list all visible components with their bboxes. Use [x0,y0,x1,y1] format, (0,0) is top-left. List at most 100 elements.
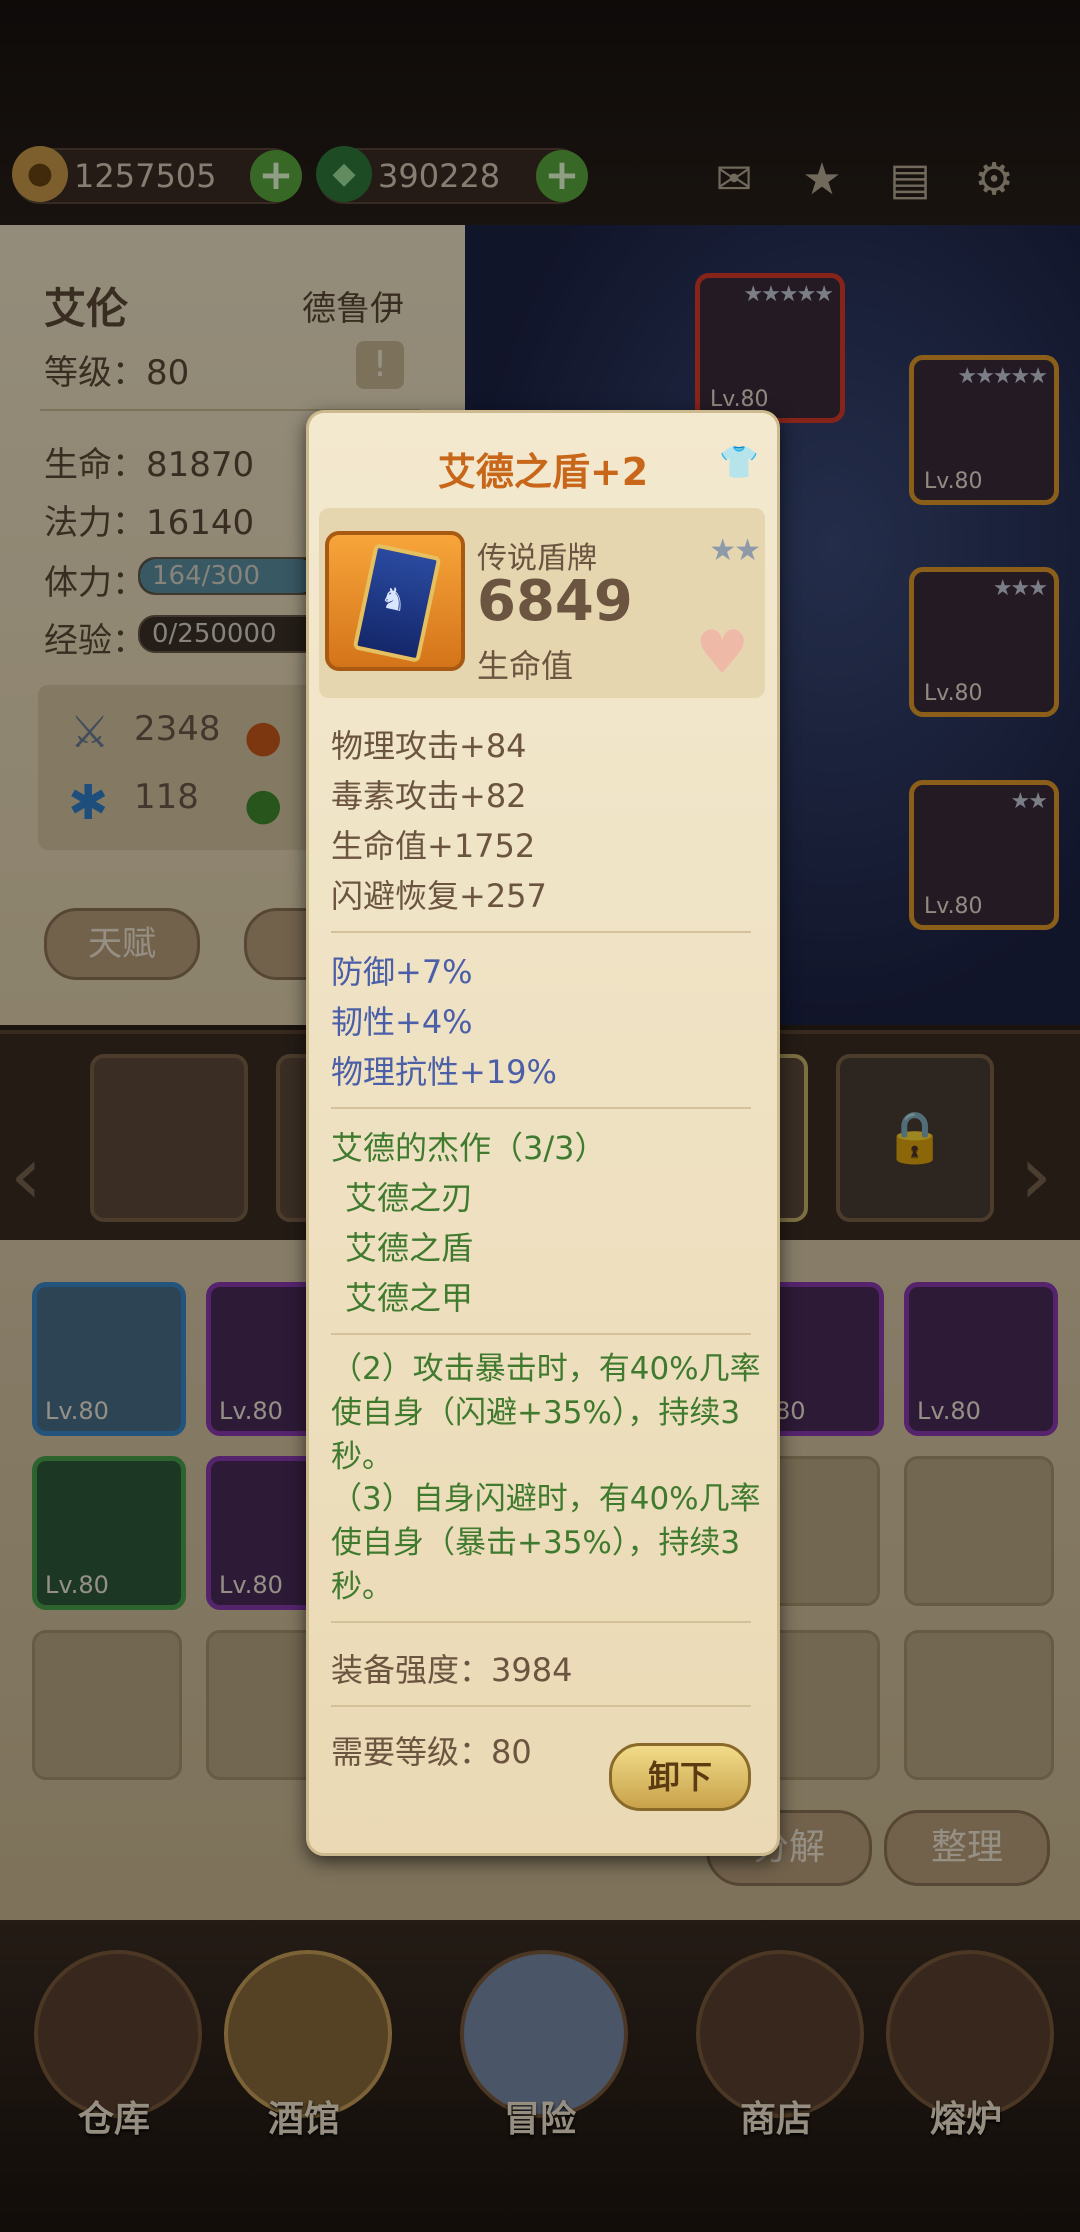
item-stars: ★★ [1010,789,1048,814]
divider [331,931,751,933]
nav-warehouse[interactable]: 仓库 [14,1940,214,2160]
mail-icon[interactable]: ✉ [706,152,762,208]
coin-icon: ● [12,146,68,202]
hero-card-locked[interactable]: 🔒 [836,1054,994,1222]
exp-value: 0/250000 [152,619,277,649]
nav-adventure[interactable]: 冒险 [440,1940,640,2160]
heart-icon: ♥ [695,618,749,688]
gem-counter: ◆ 390228 + [316,146,588,204]
gem-icon: ◆ [316,146,372,202]
nav-label: 酒馆 [267,2099,340,2140]
add-gold-button[interactable]: + [250,150,302,202]
nav-tavern[interactable]: 酒馆 [204,1940,404,2160]
helmet-slot[interactable]: ★★★★★ Lv.80 [695,273,845,423]
inventory-item[interactable]: Lv.80 [32,1456,186,1610]
item-level: Lv.80 [45,1397,109,1425]
chevron-left-icon[interactable]: ‹ [10,1129,42,1222]
talent-tab[interactable]: 天赋 [44,908,200,980]
stamina-label: 体力： [44,563,146,603]
hero-hp: 生命：81870 [44,445,255,485]
item-stars: ★★★★★ [957,364,1048,389]
base-stat: 闪避恢复+257 [331,877,547,915]
top-bar: ● 1257505 + ◆ 390228 + ✉ ★ ▤ ⚙ [0,0,1080,240]
item-stars: ★★ [709,533,761,568]
item-main-label: 生命值 [477,647,574,685]
hero-name: 艾伦 [44,284,129,333]
nav-forge[interactable]: 熔炉 [866,1940,1066,2160]
shield-slot[interactable]: ★★ Lv.80 [909,780,1059,930]
gear-icon[interactable]: ⚙ [966,152,1022,208]
item-icon: ♞ [325,531,465,671]
required-level: 需要等级：80 [331,1733,532,1771]
set-effect-2: （2）攻击暴击时，有40%几率使自身（闪避+35%），持续3秒。 [331,1351,761,1475]
item-level: Lv.80 [219,1397,283,1425]
attack-value: 2348 [134,709,221,749]
base-stat: 毒素攻击+82 [331,777,527,815]
base-stat: 生命值+1752 [331,827,536,865]
empty-slot[interactable] [904,1456,1054,1606]
bottom-nav: 仓库 酒馆 冒险 商店 熔炉 [0,1920,1080,2232]
set-item: 艾德之甲 [345,1279,474,1317]
bonus-stat: 韧性+4% [331,1003,473,1041]
inventory-item[interactable]: Lv.80 [904,1282,1058,1436]
item-level: Lv.80 [45,1571,109,1599]
item-stars: ★★★★★ [743,282,834,307]
set-item: 艾德之刃 [345,1179,474,1217]
bonus-stat: 防御+7% [331,953,473,991]
set-item: 艾德之盾 [345,1229,474,1267]
item-stars: ★★★ [992,576,1048,601]
item-level: Lv.80 [917,1397,981,1425]
empty-slot[interactable] [32,1630,182,1780]
item-level: Lv.80 [924,469,983,494]
unequip-button[interactable]: 卸下 [609,1743,751,1811]
equipment-power: 装备强度：3984 [331,1651,573,1689]
item-level: Lv.80 [924,894,983,919]
divider [331,1705,751,1707]
achievement-icon[interactable]: ★ [794,152,850,208]
ice-value: 118 [134,777,199,817]
sword-icon: ⚔ [70,707,110,758]
divider [331,1621,751,1623]
item-title: 艾德之盾+2 [437,450,649,494]
divider [331,1107,751,1109]
lock-icon: 🔒 [883,1108,947,1166]
inventory-item[interactable]: Lv.80 [32,1282,186,1436]
stamina-value: 164/300 [152,561,261,591]
nav-label: 冒险 [503,2099,576,2140]
nav-label: 商店 [739,2099,812,2140]
warning-icon[interactable]: ! [356,341,404,389]
hero-level: 等级：80 [44,353,190,393]
item-main-value: 6849 [477,569,633,634]
ice-icon: ✱ [68,775,109,831]
book-icon[interactable]: ▤ [882,152,938,208]
divider [331,1333,751,1335]
hero-class: 德鲁伊 [302,289,404,329]
exp-label: 经验： [44,621,146,661]
set-effect-3: （3）自身闪避时，有40%几率使自身（暴击+35%），持续3秒。 [331,1481,761,1605]
item-level: Lv.80 [219,1571,283,1599]
add-gem-button[interactable]: + [536,150,588,202]
ring-slot[interactable]: ★★★★★ Lv.80 [909,355,1059,505]
gauntlet-slot[interactable]: ★★★ Lv.80 [909,567,1059,717]
fire-icon: ● [244,711,283,762]
item-level: Lv.80 [924,681,983,706]
nav-label: 仓库 [77,2099,150,2140]
shield-card-icon: ♞ [352,543,442,663]
base-stat: 物理攻击+84 [331,727,527,765]
shirt-icon[interactable]: 👕 [719,446,759,478]
sort-button[interactable]: 整理 [884,1810,1050,1886]
poison-icon: ● [244,779,283,830]
item-tooltip: 艾德之盾+2 👕 ♞ 传说盾牌 ★★ 6849 生命值 ♥ 物理攻击+84 毒素… [306,410,780,1856]
gem-amount: 390228 [378,157,501,195]
hero-card-paladin[interactable] [90,1054,248,1222]
gold-counter: ● 1257505 + [12,146,302,204]
empty-slot[interactable] [904,1630,1054,1780]
nav-label: 熔炉 [929,2099,1002,2140]
hero-mp: 法力：16140 [44,503,255,543]
gold-amount: 1257505 [74,157,217,195]
nav-shop[interactable]: 商店 [676,1940,876,2160]
item-level: Lv.80 [710,387,769,412]
chevron-right-icon[interactable]: › [1020,1129,1052,1222]
set-name: 艾德的杰作（3/3） [331,1129,607,1167]
bonus-stat: 物理抗性+19% [331,1053,557,1091]
